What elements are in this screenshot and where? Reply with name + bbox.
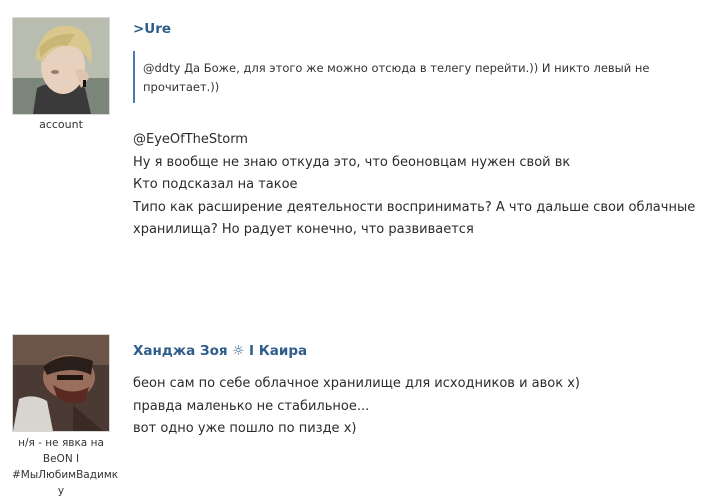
post-2-message: беон сам по себе облачное хранилище для … (133, 373, 690, 441)
post-2-avatar-caption: н/я - не явка на BeON I #МыЛюбимВадимк у (12, 437, 119, 497)
post-1-message-line: Типо как расширение деятельности восприн… (133, 199, 696, 215)
post-1-message: @EyeOfTheStorm Ну я вообще не знаю откуд… (133, 129, 696, 242)
post-2-username[interactable]: Ханджа Зоя ☼ I Каира (133, 343, 690, 359)
post-1-avatar[interactable] (12, 17, 110, 115)
post-1-message-line: Кто подсказал на такое (133, 177, 298, 192)
post-1-avatar-caption: account (39, 118, 83, 131)
post-2-content: Ханджа Зоя ☼ I Каира беон сам по себе об… (133, 343, 690, 441)
post-1-author-column: account (12, 17, 110, 132)
post-1-message-line: хранилища? Но радует конечно, что развив… (133, 222, 474, 237)
post-1-message-line: Ну я вообще не знаю откуда это, что беон… (133, 154, 571, 170)
post-2: н/я - не явка на BeON I #МыЛюбимВадимк у… (0, 320, 708, 502)
post-1-quote: @ddty Да Боже, для этого же можно отсюда… (133, 51, 690, 103)
post-2-avatar[interactable] (12, 334, 110, 432)
post-2-message-line: правда маленько не стабильное... (133, 398, 370, 414)
post-1-content: >Ure @ddty Да Боже, для этого же можно о… (133, 21, 696, 242)
post-2-author-column: н/я - не явка на BeON I #МыЛюбимВадимк у (12, 334, 119, 499)
post-2-message-line: беон сам по себе облачное хранилище для … (133, 376, 580, 391)
post-1: account >Ure @ddty Да Боже, для этого же… (0, 0, 708, 320)
post-1-message-line: @EyeOfTheStorm (133, 132, 248, 147)
post-2-message-line: вот одно уже пошло по пизде х) (133, 421, 357, 436)
post-1-username[interactable]: >Ure (133, 21, 690, 37)
